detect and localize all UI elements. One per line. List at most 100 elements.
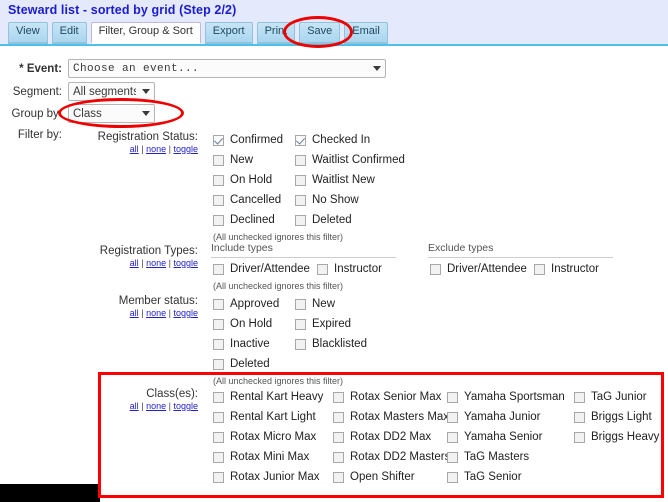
checkbox-class-rotax-dd2-masters[interactable]: Rotax DD2 Masters	[333, 447, 450, 467]
checkbox-class-rotax-dd2-max[interactable]: Rotax DD2 Max	[333, 427, 450, 447]
checkbox-member-deleted[interactable]: Deleted	[213, 354, 279, 374]
checkbox-checked-in[interactable]: Checked In	[295, 130, 405, 150]
link-none[interactable]: none	[146, 401, 166, 411]
checkbox-icon[interactable]	[447, 412, 458, 423]
checkbox-class-rotax-junior-max[interactable]: Rotax Junior Max	[213, 467, 323, 487]
link-all[interactable]: all	[130, 258, 139, 268]
checkbox-icon[interactable]	[213, 319, 224, 330]
checkbox-icon[interactable]	[295, 155, 306, 166]
checkbox-icon[interactable]	[447, 472, 458, 483]
checkbox-icon[interactable]	[213, 215, 224, 226]
checkbox-class-rotax-mini-max[interactable]: Rotax Mini Max	[213, 447, 323, 467]
checkbox-icon[interactable]	[213, 432, 224, 443]
checkbox-member-blacklisted[interactable]: Blacklisted	[295, 334, 367, 354]
checkbox-icon[interactable]	[333, 432, 344, 443]
checkbox-icon[interactable]	[213, 412, 224, 423]
checkbox-icon[interactable]	[295, 319, 306, 330]
checkbox-icon[interactable]	[295, 299, 306, 310]
link-all[interactable]: all	[130, 308, 139, 318]
checkbox-class-rotax-senior-max[interactable]: Rotax Senior Max	[333, 387, 450, 407]
checkbox-include-driver-attendee[interactable]: Driver/Attendee	[213, 259, 310, 279]
group-by-select[interactable]: Class	[68, 104, 155, 123]
checkbox-cancelled[interactable]: Cancelled	[213, 190, 283, 210]
checkbox-on-hold[interactable]: On Hold	[213, 170, 283, 190]
link-none[interactable]: none	[146, 258, 166, 268]
checkbox-declined[interactable]: Declined	[213, 210, 283, 230]
checkbox-waitlist-confirmed[interactable]: Waitlist Confirmed	[295, 150, 405, 170]
checkbox-icon[interactable]	[574, 412, 585, 423]
checkbox-class-yamaha-junior[interactable]: Yamaha Junior	[447, 407, 565, 427]
checkbox-icon[interactable]	[213, 264, 224, 275]
checkbox-icon[interactable]	[295, 175, 306, 186]
checkbox-class-yamaha-sportsman[interactable]: Yamaha Sportsman	[447, 387, 565, 407]
link-toggle[interactable]: toggle	[173, 308, 198, 318]
checkbox-icon[interactable]	[317, 264, 328, 275]
checkbox-class-rotax-micro-max[interactable]: Rotax Micro Max	[213, 427, 323, 447]
checkbox-class-tag-senior[interactable]: TaG Senior	[447, 467, 565, 487]
checkbox-member-new[interactable]: New	[295, 294, 367, 314]
checkbox-icon[interactable]	[213, 472, 224, 483]
link-none[interactable]: none	[146, 144, 166, 154]
checkbox-class-briggs-heavy[interactable]: Briggs Heavy	[574, 427, 659, 447]
checkbox-icon[interactable]	[213, 392, 224, 403]
segment-select[interactable]: All segments	[68, 82, 155, 101]
checkbox-deleted[interactable]: Deleted	[295, 210, 405, 230]
link-all[interactable]: all	[130, 401, 139, 411]
checkbox-icon[interactable]	[213, 299, 224, 310]
checkbox-class-open-shifter[interactable]: Open Shifter	[333, 467, 450, 487]
checkbox-icon[interactable]	[447, 452, 458, 463]
checkbox-member-inactive[interactable]: Inactive	[213, 334, 279, 354]
checkbox-exclude-driver-attendee[interactable]: Driver/Attendee	[430, 259, 527, 279]
checkbox-class-tag-masters[interactable]: TaG Masters	[447, 447, 565, 467]
toolbar-button-print[interactable]: Print	[257, 22, 296, 44]
checkbox-icon[interactable]	[295, 215, 306, 226]
toolbar-button-export[interactable]: Export	[205, 22, 253, 44]
toolbar-button-save[interactable]: Save	[299, 22, 340, 44]
checkbox-icon[interactable]	[295, 339, 306, 350]
event-select[interactable]: Choose an event...	[68, 59, 386, 78]
checkbox-member-expired[interactable]: Expired	[295, 314, 367, 334]
checkbox-include-instructor[interactable]: Instructor	[317, 259, 382, 279]
checkbox-icon[interactable]	[295, 135, 306, 146]
toolbar-button-filter-group-sort[interactable]: Filter, Group & Sort	[91, 22, 201, 44]
link-toggle[interactable]: toggle	[173, 144, 198, 154]
link-all[interactable]: all	[130, 144, 139, 154]
checkbox-class-yamaha-senior[interactable]: Yamaha Senior	[447, 427, 565, 447]
checkbox-member-on-hold[interactable]: On Hold	[213, 314, 279, 334]
checkbox-icon[interactable]	[430, 264, 441, 275]
checkbox-icon[interactable]	[213, 135, 224, 146]
link-toggle[interactable]: toggle	[173, 258, 198, 268]
checkbox-icon[interactable]	[213, 155, 224, 166]
checkbox-icon[interactable]	[295, 195, 306, 206]
checkbox-icon[interactable]	[213, 175, 224, 186]
checkbox-icon[interactable]	[213, 195, 224, 206]
checkbox-class-briggs-light[interactable]: Briggs Light	[574, 407, 659, 427]
checkbox-icon[interactable]	[333, 412, 344, 423]
toolbar-button-email[interactable]: Email	[344, 22, 388, 44]
checkbox-icon[interactable]	[213, 339, 224, 350]
link-toggle[interactable]: toggle	[173, 401, 198, 411]
checkbox-confirmed[interactable]: Confirmed	[213, 130, 283, 150]
checkbox-class-tag-junior[interactable]: TaG Junior	[574, 387, 659, 407]
checkbox-class-rental-kart-light[interactable]: Rental Kart Light	[213, 407, 323, 427]
checkbox-member-approved[interactable]: Approved	[213, 294, 279, 314]
checkbox-waitlist-new[interactable]: Waitlist New	[295, 170, 405, 190]
checkbox-icon[interactable]	[574, 432, 585, 443]
checkbox-icon[interactable]	[333, 392, 344, 403]
checkbox-icon[interactable]	[447, 432, 458, 443]
checkbox-icon[interactable]	[213, 452, 224, 463]
checkbox-icon[interactable]	[333, 472, 344, 483]
checkbox-no-show[interactable]: No Show	[295, 190, 405, 210]
checkbox-icon[interactable]	[213, 359, 224, 370]
toolbar-button-view[interactable]: View	[8, 22, 48, 44]
link-none[interactable]: none	[146, 308, 166, 318]
toolbar-button-edit[interactable]: Edit	[52, 22, 87, 44]
checkbox-new[interactable]: New	[213, 150, 283, 170]
checkbox-icon[interactable]	[534, 264, 545, 275]
checkbox-class-rotax-masters-max[interactable]: Rotax Masters Max	[333, 407, 450, 427]
checkbox-exclude-instructor[interactable]: Instructor	[534, 259, 599, 279]
checkbox-icon[interactable]	[447, 392, 458, 403]
checkbox-icon[interactable]	[574, 392, 585, 403]
checkbox-class-rental-kart-heavy[interactable]: Rental Kart Heavy	[213, 387, 323, 407]
checkbox-icon[interactable]	[333, 452, 344, 463]
